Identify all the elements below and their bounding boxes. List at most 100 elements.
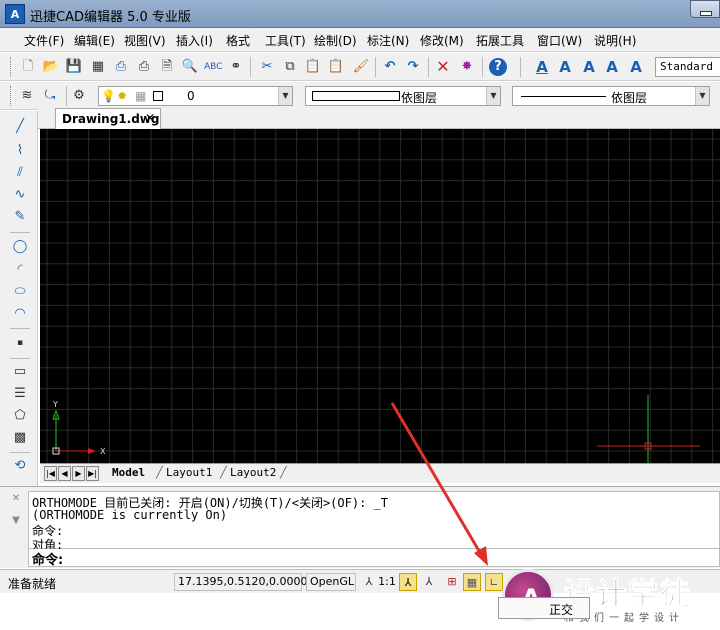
plot-icon[interactable]: 🗎 [158,58,176,76]
toolbar-grip[interactable] [10,57,13,77]
saveas-icon[interactable]: ▦ [89,58,107,76]
standard-toolbar: 🗋 📂 💾 ▦ ⎙ ⎙ 🗎 🔍 ABC ⚭ ✂ ⧉ 📋 📋 🖌 ↶ ↷ ✕ ✸ … [0,53,720,81]
undo-icon[interactable]: ↶ [381,58,399,76]
spellcheck-icon[interactable]: ABC [204,58,222,76]
toolbar-grip[interactable] [10,86,13,106]
find-icon[interactable]: 🔍 [181,58,199,76]
toolbar-separator [428,57,429,77]
new-icon[interactable]: 🗋 [19,58,37,76]
open-icon[interactable]: 📂 [42,58,60,76]
menu-tools[interactable]: 工具(T) [265,32,306,49]
annotation-autoscale-icon[interactable]: ⅄ [420,573,438,591]
polyline-icon[interactable]: ⌇ [10,141,30,161]
annotation-scale-value[interactable]: 1:1 [377,573,397,591]
command-history[interactable]: ORTHOMODE 目前已关闭: 开启(ON)/切换(T)/<关闭>(OF): … [28,491,720,552]
elliptical-arc-icon[interactable]: ◠ [10,304,30,324]
first-tab-button[interactable]: |◀ [44,466,57,481]
text-edit-icon[interactable]: A [580,58,598,76]
color-select[interactable]: 依图层 ▼ [305,86,501,106]
text-icon[interactable]: A [556,58,574,76]
text-style-icon[interactable]: A [533,58,551,76]
menu-dimension[interactable]: 标注(N) [367,32,409,49]
close-icon[interactable]: ✕ [145,111,155,125]
tab-model[interactable]: Model [112,466,145,479]
text-find-icon[interactable]: A [627,58,645,76]
menu-edit[interactable]: 编辑(E) [74,32,115,49]
hatch-icon[interactable]: ▩ [10,428,30,448]
toolbar-separator [10,452,30,453]
layer-manager-icon[interactable]: ≋ [18,87,36,105]
chevron-down-icon[interactable]: ▼ [486,87,500,105]
last-tab-button[interactable]: ▶| [86,466,99,481]
arc-icon[interactable]: ◜ [10,260,30,280]
draw-toolbar: ╱ ⌇ ⫽ ∿ ✎ ◯ ◜ ⬭ ◠ ▪ ▭ ☰ ⬠ ▩ ⟲ [0,111,38,489]
polygon-icon[interactable]: ⬠ [10,406,30,426]
menu-view[interactable]: 视图(V) [124,32,166,49]
layer-select[interactable]: 💡 ✹ ▦ 0 ▼ [98,86,293,106]
match-properties-icon[interactable]: 🖌 [352,58,370,76]
grid-icon[interactable]: ▦ [463,573,481,591]
copy-icon[interactable]: ⧉ [281,58,299,76]
annotation-visibility-icon[interactable]: ⅄ [399,573,417,591]
cad-app-icon[interactable]: A [5,4,25,24]
lock-icon: ▦ [135,89,147,103]
window-title: 迅捷CAD编辑器 5.0 专业版 [30,10,191,25]
make-current-icon[interactable]: ⚙ [70,87,88,105]
save-icon[interactable]: 💾 [65,58,83,76]
axis-x-label: X [100,447,106,456]
print-icon[interactable]: ⎙ [112,58,130,76]
sketch-icon[interactable]: ✎ [10,207,30,227]
erase-icon[interactable]: ✸ [458,58,476,76]
menu-insert[interactable]: 插入(I) [176,32,213,49]
menu-help[interactable]: 说明(H) [594,32,636,49]
chevron-down-icon[interactable]: ▼ [695,87,709,105]
redo-icon[interactable]: ↷ [404,58,422,76]
linetype-select[interactable]: 依图层 ▼ [512,86,710,106]
renderer-label[interactable]: OpenGL [306,573,356,591]
tab-drawing1[interactable]: Drawing1.dwg ✕ [55,108,161,129]
binoculars-icon[interactable]: ⚭ [227,58,245,76]
command-window-handle[interactable]: ✕ ▼ [6,493,26,563]
print-preview-icon[interactable]: ⎙ [135,58,153,76]
region-icon[interactable]: ☰ [10,384,30,404]
menu-draw[interactable]: 绘制(D) [314,32,357,49]
prev-tab-button[interactable]: ◀ [58,466,71,481]
annotation-scale-icon[interactable]: ⅄ [360,573,378,591]
snap-icon[interactable]: ⊞ [443,573,461,591]
next-tab-button[interactable]: ▶ [72,466,85,481]
menu-window[interactable]: 窗口(W) [537,32,582,49]
text-format-icon[interactable]: A [603,58,621,76]
delete-icon[interactable]: ✕ [434,58,452,76]
chevron-down-icon[interactable]: ▼ [278,87,292,105]
ortho-tooltip: 正交 [498,597,590,619]
menu-modify[interactable]: 修改(M) [420,32,464,49]
menu-extend-tools[interactable]: 拓展工具 [476,32,524,49]
help-icon[interactable]: ? [489,58,507,76]
circle-icon[interactable]: ◯ [10,237,30,257]
document-tab-strip: Drawing1.dwg ✕ [38,107,720,129]
spline-icon[interactable]: ∿ [10,185,30,205]
drawing-canvas[interactable]: Y X [40,129,720,466]
tab-layout2[interactable]: Layout2 [230,466,276,479]
toolbar-separator [10,328,30,329]
menu-file[interactable]: 文件(F) [24,32,64,49]
minimize-button[interactable] [690,0,720,18]
color-value: 依图层 [401,91,438,105]
point-icon[interactable]: ▪ [10,333,30,353]
toolbar-separator [482,57,483,77]
block-icon[interactable]: ⟲ [10,456,30,476]
paste-special-icon[interactable]: 📋 [327,58,345,76]
cut-icon[interactable]: ✂ [258,58,276,76]
multiline-icon[interactable]: ⫽ [10,163,30,183]
ellipse-icon[interactable]: ⬭ [10,282,30,302]
ortho-icon[interactable]: ∟ [485,573,503,591]
text-style-select[interactable]: Standard [655,57,720,77]
rectangle-icon[interactable]: ▭ [10,362,30,382]
tab-layout1[interactable]: Layout1 [166,466,212,479]
linetype-preview [521,96,606,97]
layer-previous-icon[interactable]: ⤿ [41,87,59,105]
tab-separator: ╱ [220,466,227,479]
line-icon[interactable]: ╱ [10,117,30,137]
menu-format[interactable]: 格式 [226,32,250,49]
paste-icon[interactable]: 📋 [304,58,322,76]
